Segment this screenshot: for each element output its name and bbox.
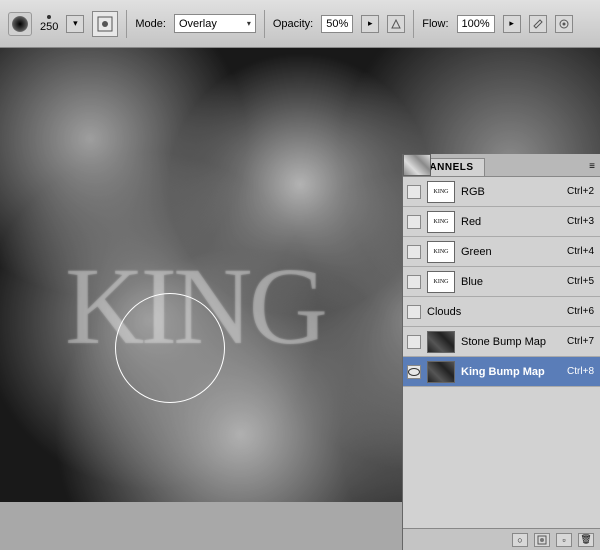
visibility-toggle[interactable]	[407, 275, 421, 289]
channel-list: KING RGB Ctrl+2 KING Red Ctrl+3 KING Green Ctrl+…	[403, 177, 600, 528]
load-selection-icon[interactable]: ○	[512, 533, 528, 547]
opacity-flyout[interactable]: ▸	[361, 15, 379, 33]
brush-size-dropdown[interactable]: ▾	[66, 15, 84, 33]
new-channel-icon[interactable]: ▫	[556, 533, 572, 547]
channel-thumbnail	[427, 331, 455, 353]
channel-shortcut: Ctrl+2	[567, 186, 594, 197]
channel-row[interactable]: KING Blue Ctrl+5	[403, 267, 600, 297]
divider	[413, 10, 414, 38]
channel-row[interactable]: KING Green Ctrl+4	[403, 237, 600, 267]
channel-row[interactable]: KING RGB Ctrl+2	[403, 177, 600, 207]
channel-shortcut: Ctrl+5	[567, 276, 594, 287]
channels-panel: CHANNELS ≡ KINGRGBCtrl+2KINGRedCtrl+3KIN…	[402, 154, 600, 550]
mode-value: Overlay	[179, 18, 217, 30]
tablet-pressure-opacity-icon[interactable]	[387, 15, 405, 33]
brush-tool-icon[interactable]	[8, 12, 32, 36]
channel-name: Stone Bump Map	[461, 336, 561, 348]
brush-cursor	[115, 293, 225, 403]
visibility-toggle[interactable]	[407, 335, 421, 349]
visibility-toggle[interactable]	[407, 305, 421, 319]
channel-name: Green	[461, 246, 561, 258]
chevron-down-icon: ▾	[247, 19, 251, 28]
opacity-input[interactable]: 50%	[321, 15, 353, 33]
delete-channel-icon[interactable]: 🗑	[578, 533, 594, 547]
channel-thumbnail: KING	[427, 181, 455, 203]
channel-shortcut: Ctrl+7	[567, 336, 594, 347]
channel-shortcut: Ctrl+4	[567, 246, 594, 257]
brush-preset-picker[interactable]	[92, 11, 118, 37]
mode-label: Mode:	[135, 18, 166, 30]
divider	[264, 10, 265, 38]
channel-thumbnail: KING	[427, 211, 455, 233]
channel-name: Blue	[461, 276, 561, 288]
channel-thumbnail	[427, 361, 455, 383]
channel-row[interactable]: King Bump Map Ctrl+8	[403, 357, 600, 387]
channel-name: Clouds	[427, 306, 561, 318]
channel-shortcut: Ctrl+3	[567, 216, 594, 227]
channel-row[interactable]: Stone Bump Map Ctrl+7	[403, 327, 600, 357]
tablet-pressure-size-icon[interactable]	[555, 15, 573, 33]
opacity-label: Opacity:	[273, 18, 313, 30]
flow-label: Flow:	[422, 18, 448, 30]
panel-menu-icon[interactable]: ≡	[584, 158, 600, 176]
flow-flyout[interactable]: ▸	[503, 15, 521, 33]
channel-thumbnail: KING	[427, 241, 455, 263]
visibility-toggle[interactable]	[407, 215, 421, 229]
visibility-toggle[interactable]	[407, 365, 421, 379]
brush-size-preview[interactable]: 250	[40, 15, 58, 33]
channel-thumbnail: KING	[427, 271, 455, 293]
canvas[interactable]: KING CHANNELS ≡ KING RGB Ctrl+2 KING Red Ctrl…	[0, 48, 600, 502]
channel-name: King Bump Map	[461, 366, 561, 378]
channel-shortcut: Ctrl+6	[567, 306, 594, 317]
visibility-toggle[interactable]	[407, 185, 421, 199]
save-selection-icon[interactable]	[534, 533, 550, 547]
channel-row[interactable]: KING Red Ctrl+3	[403, 207, 600, 237]
channel-shortcut: Ctrl+8	[567, 366, 594, 377]
options-bar: 250 ▾ Mode: Overlay ▾ Opacity: 50% ▸ Flo…	[0, 0, 600, 48]
channel-name: Red	[461, 216, 561, 228]
divider	[126, 10, 127, 38]
panel-footer: ○ ▫ 🗑	[403, 528, 600, 550]
flow-input[interactable]: 100%	[457, 15, 495, 33]
channel-name: RGB	[461, 186, 561, 198]
visibility-toggle[interactable]	[407, 245, 421, 259]
airbrush-icon[interactable]	[529, 15, 547, 33]
channel-row[interactable]: Clouds Ctrl+6	[403, 297, 600, 327]
mode-select[interactable]: Overlay ▾	[174, 14, 256, 33]
brush-size-value: 250	[40, 21, 58, 33]
panel-tabs: CHANNELS ≡	[403, 154, 600, 177]
